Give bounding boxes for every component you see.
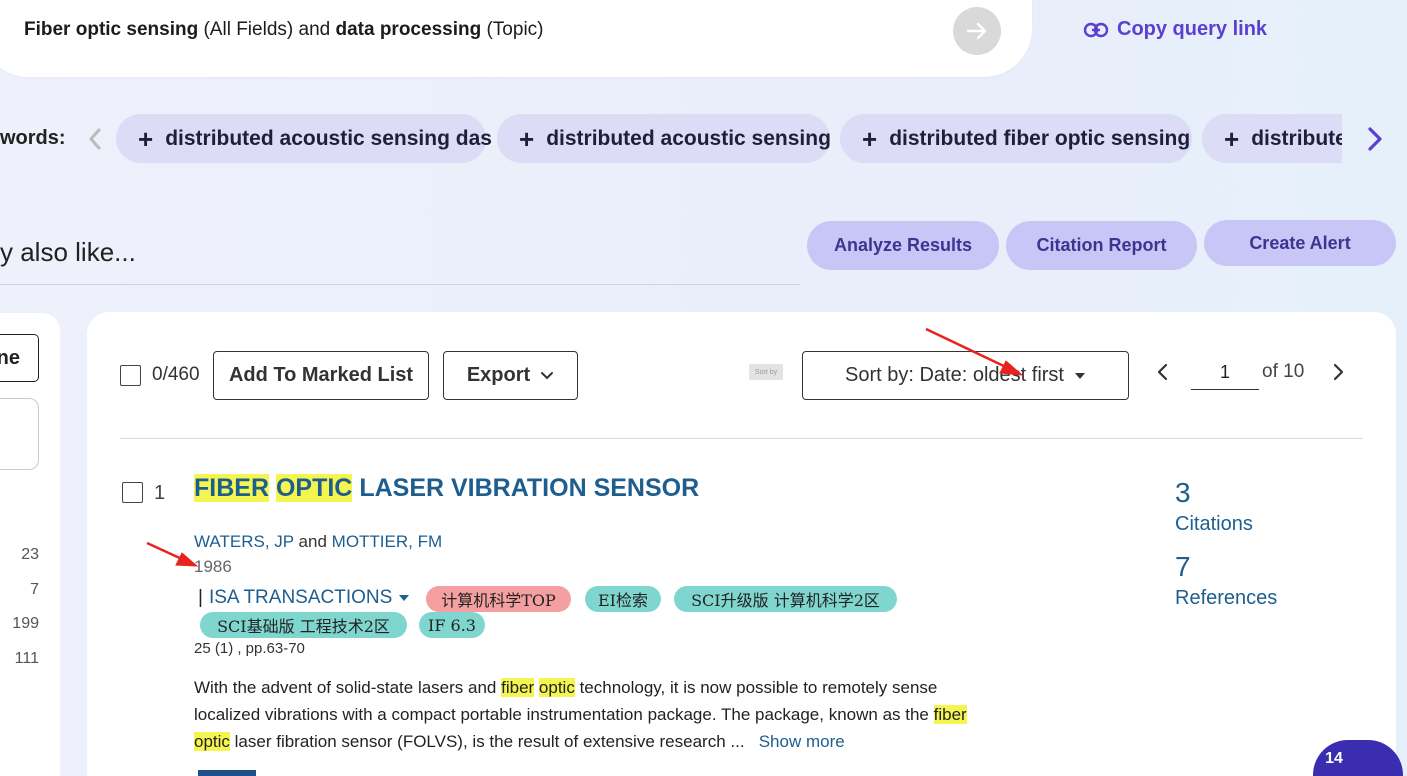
result-abstract: With the advent of solid-state lasers an… — [194, 674, 984, 755]
chevron-left-icon[interactable] — [86, 124, 104, 154]
sort-dropdown[interactable]: Sort by: Date: oldest first — [802, 351, 1129, 400]
author-joiner: and — [298, 532, 327, 551]
abstract-ellipsis: ... — [730, 732, 745, 751]
query-joiner: and — [298, 19, 331, 40]
filter-count: 199 — [12, 615, 39, 632]
divider — [0, 284, 800, 285]
export-button[interactable]: Export — [443, 351, 578, 400]
sort-by-mini-label: Sort by — [749, 364, 783, 380]
citations-count[interactable]: 3 — [1175, 477, 1191, 509]
result-volume: 25 (1) , pp.63-70 — [194, 640, 305, 657]
citation-report-button[interactable]: Citation Report — [1006, 221, 1197, 270]
journal-name: ISA TRANSACTIONS — [208, 587, 393, 608]
analyze-results-button[interactable]: Analyze Results — [807, 221, 999, 270]
keyword-chip[interactable]: + distributed acoustic sensing — [497, 114, 831, 163]
author-link[interactable]: MOTTIER, FM — [332, 532, 442, 551]
filter-panel-box[interactable] — [0, 398, 39, 470]
plus-icon: + — [862, 123, 878, 154]
sort-label: Sort by: Date: oldest first — [845, 364, 1064, 386]
create-alert-button[interactable]: Create Alert — [1204, 220, 1396, 266]
plus-icon: + — [519, 123, 535, 154]
search-go-button[interactable] — [953, 7, 1001, 55]
caret-down-icon — [399, 595, 410, 601]
result-checkbox[interactable] — [122, 482, 143, 503]
references-count[interactable]: 7 — [1175, 551, 1191, 583]
keyword-chip[interactable]: + distribute — [1202, 114, 1342, 163]
query-term-2: data processing — [335, 19, 482, 40]
keyword-chip[interactable]: + distributed acoustic sensing das — [116, 114, 492, 163]
query-text[interactable]: Fiber optic sensing (All Fields) and dat… — [24, 19, 544, 41]
full-text-logo[interactable] — [198, 770, 256, 776]
result-title[interactable]: FIBER OPTIC LASER VIBRATION SENSOR — [194, 474, 699, 503]
journal-tag: 计算机科学TOP — [426, 586, 571, 612]
journal-separator: | — [198, 587, 203, 608]
keyword-chip-label: distributed acoustic sensing — [546, 126, 831, 150]
arrow-right-icon — [966, 22, 987, 40]
also-like-heading: y also like... — [0, 237, 136, 267]
keywords-label: words: — [0, 127, 66, 149]
result-index: 1 — [154, 482, 166, 504]
keyword-chip-label: distributed acoustic sensing das — [165, 126, 492, 150]
plus-icon: + — [1224, 123, 1240, 154]
toolbar-divider — [120, 438, 1363, 439]
journal-tag: EI检索 — [585, 586, 661, 612]
title-rest: LASER VIBRATION SENSOR — [359, 474, 700, 502]
keyword-chips: + distributed acoustic sensing das + dis… — [116, 114, 1342, 164]
author-link[interactable]: WATERS, JP — [194, 532, 294, 551]
export-label: Export — [466, 364, 531, 386]
title-highlight: OPTIC — [275, 474, 353, 502]
filter-panel — [0, 313, 60, 776]
caret-down-icon — [1074, 372, 1085, 379]
references-label[interactable]: References — [1175, 587, 1277, 610]
result-year: 1986 — [194, 557, 232, 576]
abstract-highlight: fiber — [501, 678, 535, 697]
selected-count: 0/460 — [152, 364, 200, 385]
keyword-chip-label: distribute — [1251, 126, 1342, 150]
add-to-marked-list-button[interactable]: Add To Marked List — [213, 351, 429, 400]
help-badge-count: 14 — [1325, 750, 1343, 767]
journal-tag: SCI基础版 工程技术2区 — [200, 612, 407, 638]
abstract-highlight: optic — [538, 678, 575, 697]
copy-link-label: Copy query link — [1117, 18, 1268, 40]
filter-count: 7 — [30, 581, 39, 598]
filter-panel-button[interactable]: ne — [0, 334, 39, 382]
keyword-chip[interactable]: + distributed fiber optic sensing — [840, 114, 1192, 163]
abstract-highlight: optic — [194, 732, 230, 751]
add-to-marked-list-label: Add To Marked List — [228, 364, 414, 386]
chevron-right-icon[interactable] — [1364, 124, 1386, 154]
result-authors: WATERS, JP and MOTTIER, FM — [194, 532, 442, 552]
link-icon — [1083, 22, 1109, 37]
query-field-1: (All Fields) — [203, 19, 294, 40]
abstract-highlight: fiber — [933, 705, 967, 724]
chevron-right-icon[interactable] — [1330, 361, 1346, 383]
show-more-link[interactable]: Show more — [759, 732, 845, 751]
journal-tag: SCI升级版 计算机科学2区 — [674, 586, 897, 612]
journal-tag: IF 6.3 — [419, 612, 485, 638]
keyword-chip-label: distributed fiber optic sensing — [889, 126, 1191, 150]
chevron-left-icon[interactable] — [1155, 361, 1171, 383]
page-total: of 10 — [1262, 361, 1305, 382]
query-field-2: (Topic) — [486, 19, 544, 40]
query-term-1: Fiber optic sensing — [24, 19, 199, 40]
plus-icon: + — [138, 123, 154, 154]
copy-query-link[interactable]: Copy query link — [1083, 18, 1267, 41]
citations-label[interactable]: Citations — [1175, 513, 1253, 536]
page-number-input[interactable]: 1 — [1191, 358, 1259, 390]
filter-panel-button-label: ne — [0, 346, 20, 369]
filter-count: 111 — [14, 650, 39, 667]
select-all-checkbox[interactable] — [120, 365, 141, 386]
journal-link[interactable]: | ISA TRANSACTIONS — [198, 587, 410, 609]
filter-count: 23 — [21, 546, 39, 563]
chevron-down-icon — [541, 371, 554, 379]
title-highlight: FIBER — [194, 474, 269, 502]
abstract-text: With the advent of solid-state lasers an… — [194, 678, 502, 697]
abstract-text: laser fibration sensor (FOLVS), is the r… — [229, 732, 731, 751]
